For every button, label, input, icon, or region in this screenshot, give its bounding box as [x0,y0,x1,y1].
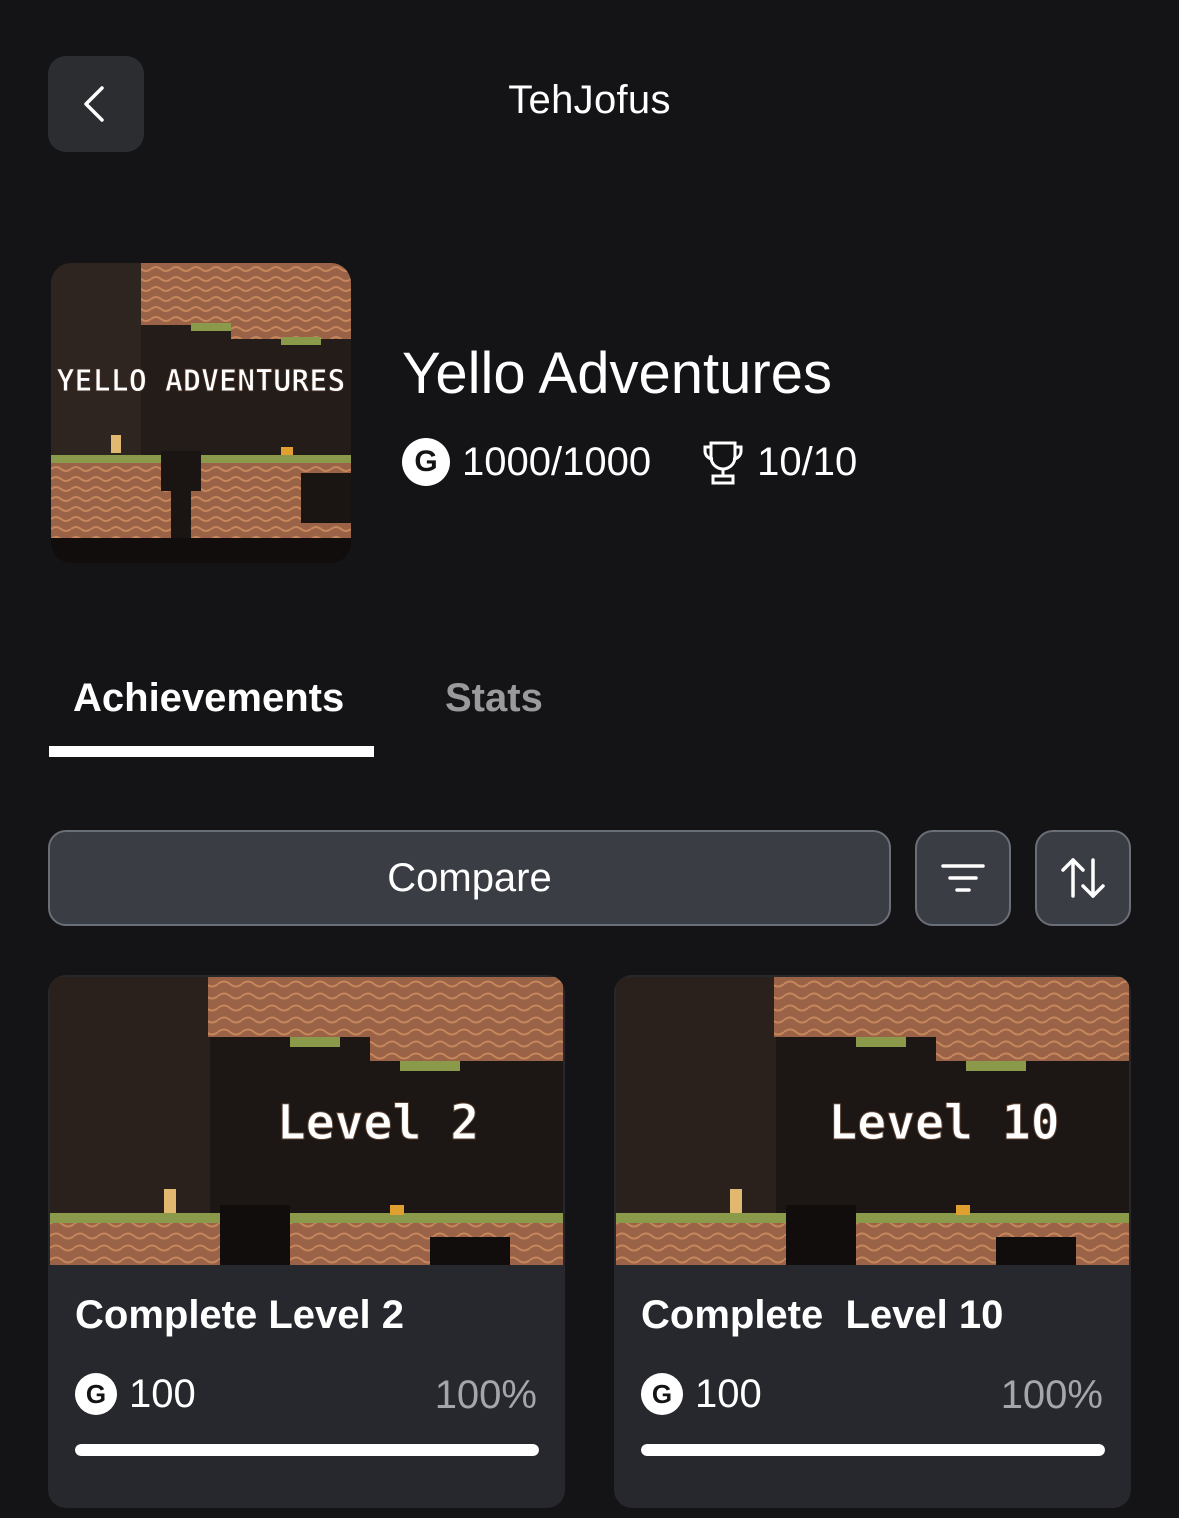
compare-button[interactable]: Compare [48,830,891,926]
achievement-art: Level 10 [616,977,1129,1265]
gamerscore-icon: G [402,438,450,486]
achievement-percent: 100% [1000,1373,1103,1417]
gamerscore-icon: G [75,1373,117,1415]
active-tab-indicator [49,746,374,757]
achievement-card[interactable]: Level 10 Complete Level 10 G 100 100% [614,975,1131,1508]
achievement-card[interactable]: Level 2 Complete Level 2 G 100 100% [48,975,565,1508]
achievement-progress-fill [641,1444,1105,1456]
filter-icon [941,864,985,892]
achievement-title: Complete Level 10 [641,1293,1004,1337]
achievement-progress-bar [641,1444,1105,1456]
achievement-art: Level 2 [50,977,563,1265]
sort-button[interactable] [1035,830,1131,926]
achievements-count: 10/10 [757,439,858,484]
gamerscore-icon: G [641,1373,683,1415]
achievement-art-label: Level 10 [828,1095,1059,1151]
achievement-title: Complete Level 2 [75,1293,405,1337]
game-title: Yello Adventures [402,341,832,406]
achievement-score: G 100 [641,1372,762,1416]
achievement-score-value: 100 [695,1371,762,1416]
trophy-icon [703,441,743,485]
achievement-progress-bar [75,1444,539,1456]
gamerscore-value: 1000/1000 [462,439,652,484]
filter-button[interactable] [915,830,1011,926]
sort-icon [1061,858,1105,898]
achievement-art-label: Level 2 [277,1095,479,1151]
tab-achievements[interactable]: Achievements [73,676,344,721]
achievement-percent: 100% [434,1373,537,1417]
game-stats: G 1000/1000 10/10 [402,437,857,487]
achievement-score: G 100 [75,1372,196,1416]
achievement-score-value: 100 [129,1371,196,1416]
game-cover-art: YELLO ADVENTURES [51,263,351,563]
achievement-progress-fill [75,1444,539,1456]
page-title: TehJofus [508,78,671,122]
game-cover-title: YELLO ADVENTURES [57,364,346,399]
tab-stats[interactable]: Stats [445,676,543,721]
